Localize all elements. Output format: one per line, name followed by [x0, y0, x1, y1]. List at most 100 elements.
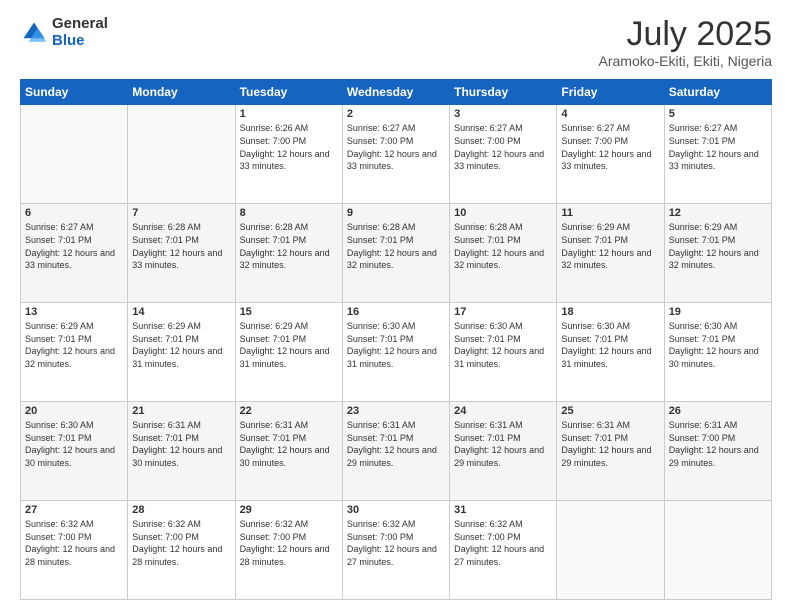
day-info: Sunrise: 6:31 AMSunset: 7:01 PMDaylight:… — [240, 419, 338, 469]
day-info: Sunrise: 6:28 AMSunset: 7:01 PMDaylight:… — [132, 221, 230, 271]
calendar-cell: 19 Sunrise: 6:30 AMSunset: 7:01 PMDayligh… — [664, 303, 771, 402]
day-number: 7 — [132, 207, 230, 219]
weekday-header-monday: Monday — [128, 80, 235, 105]
day-info: Sunrise: 6:29 AMSunset: 7:01 PMDaylight:… — [240, 320, 338, 370]
day-info: Sunrise: 6:26 AMSunset: 7:00 PMDaylight:… — [240, 122, 338, 172]
day-number: 29 — [240, 504, 338, 516]
day-number: 5 — [669, 108, 767, 120]
day-number: 26 — [669, 405, 767, 417]
logo-general-text: General — [52, 16, 108, 33]
day-number: 8 — [240, 207, 338, 219]
day-info: Sunrise: 6:27 AMSunset: 7:00 PMDaylight:… — [454, 122, 552, 172]
day-number: 21 — [132, 405, 230, 417]
weekday-header-thursday: Thursday — [450, 80, 557, 105]
day-info: Sunrise: 6:27 AMSunset: 7:00 PMDaylight:… — [561, 122, 659, 172]
day-number: 30 — [347, 504, 445, 516]
day-info: Sunrise: 6:31 AMSunset: 7:00 PMDaylight:… — [669, 419, 767, 469]
calendar-cell: 28 Sunrise: 6:32 AMSunset: 7:00 PMDayligh… — [128, 501, 235, 600]
day-number: 13 — [25, 306, 123, 318]
calendar-cell: 15 Sunrise: 6:29 AMSunset: 7:01 PMDayligh… — [235, 303, 342, 402]
calendar-cell: 29 Sunrise: 6:32 AMSunset: 7:00 PMDayligh… — [235, 501, 342, 600]
day-number: 18 — [561, 306, 659, 318]
calendar-cell: 9Sunrise: 6:28 AMSunset: 7:01 PMDaylight… — [342, 204, 449, 303]
calendar-cell: 23 Sunrise: 6:31 AMSunset: 7:01 PMDayligh… — [342, 402, 449, 501]
day-info: Sunrise: 6:30 AMSunset: 7:01 PMDaylight:… — [25, 419, 123, 469]
day-info: Sunrise: 6:32 AMSunset: 7:00 PMDaylight:… — [347, 518, 445, 568]
calendar-cell: 20 Sunrise: 6:30 AMSunset: 7:01 PMDayligh… — [21, 402, 128, 501]
calendar-cell — [21, 105, 128, 204]
calendar-cell: 31 Sunrise: 6:32 AMSunset: 7:00 PMDayligh… — [450, 501, 557, 600]
day-number: 3 — [454, 108, 552, 120]
day-info: Sunrise: 6:30 AMSunset: 7:01 PMDaylight:… — [454, 320, 552, 370]
day-number: 16 — [347, 306, 445, 318]
calendar-cell: 3 Sunrise: 6:27 AMSunset: 7:00 PMDaylight… — [450, 105, 557, 204]
calendar-cell: 30 Sunrise: 6:32 AMSunset: 7:00 PMDayligh… — [342, 501, 449, 600]
calendar-cell: 17 Sunrise: 6:30 AMSunset: 7:01 PMDayligh… — [450, 303, 557, 402]
calendar-table: SundayMondayTuesdayWednesdayThursdayFrid… — [20, 79, 772, 600]
logo-blue-text: Blue — [52, 33, 108, 50]
day-info: Sunrise: 6:30 AMSunset: 7:01 PMDaylight:… — [561, 320, 659, 370]
calendar-week-row: 13 Sunrise: 6:29 AMSunset: 7:01 PMDayligh… — [21, 303, 772, 402]
calendar-header-row: SundayMondayTuesdayWednesdayThursdayFrid… — [21, 80, 772, 105]
day-info: Sunrise: 6:32 AMSunset: 7:00 PMDaylight:… — [454, 518, 552, 568]
title-area: July 2025 Aramoko-Ekiti, Ekiti, Nigeria — [599, 16, 773, 69]
day-info: Sunrise: 6:28 AMSunset: 7:01 PMDaylight:… — [454, 221, 552, 271]
logo-text: General Blue — [52, 16, 108, 49]
page: General Blue July 2025 Aramoko-Ekiti, Ek… — [0, 0, 792, 612]
day-info: Sunrise: 6:30 AMSunset: 7:01 PMDaylight:… — [347, 320, 445, 370]
calendar-cell: 7 Sunrise: 6:28 AMSunset: 7:01 PMDaylight… — [128, 204, 235, 303]
calendar-cell: 8 Sunrise: 6:28 AMSunset: 7:01 PMDaylight… — [235, 204, 342, 303]
day-info: Sunrise: 6:32 AMSunset: 7:00 PMDaylight:… — [240, 518, 338, 568]
weekday-header-tuesday: Tuesday — [235, 80, 342, 105]
day-number: 15 — [240, 306, 338, 318]
weekday-header-saturday: Saturday — [664, 80, 771, 105]
day-number: 24 — [454, 405, 552, 417]
calendar-cell — [664, 501, 771, 600]
calendar-cell: 11 Sunrise: 6:29 AMSunset: 7:01 PMDayligh… — [557, 204, 664, 303]
weekday-header-sunday: Sunday — [21, 80, 128, 105]
day-number: 28 — [132, 504, 230, 516]
day-number: 11 — [561, 207, 659, 219]
calendar-cell: 2Sunrise: 6:27 AMSunset: 7:00 PMDaylight… — [342, 105, 449, 204]
month-title: July 2025 — [599, 16, 773, 53]
day-number: 2 — [347, 108, 445, 120]
calendar-cell: 5Sunrise: 6:27 AMSunset: 7:01 PMDaylight… — [664, 105, 771, 204]
calendar-cell: 14 Sunrise: 6:29 AMSunset: 7:01 PMDayligh… — [128, 303, 235, 402]
day-info: Sunrise: 6:31 AMSunset: 7:01 PMDaylight:… — [347, 419, 445, 469]
calendar-cell: 6Sunrise: 6:27 AMSunset: 7:01 PMDaylight… — [21, 204, 128, 303]
day-info: Sunrise: 6:28 AMSunset: 7:01 PMDaylight:… — [240, 221, 338, 271]
day-number: 4 — [561, 108, 659, 120]
day-info: Sunrise: 6:28 AMSunset: 7:01 PMDaylight:… — [347, 221, 445, 271]
day-number: 23 — [347, 405, 445, 417]
day-info: Sunrise: 6:31 AMSunset: 7:01 PMDaylight:… — [132, 419, 230, 469]
day-info: Sunrise: 6:29 AMSunset: 7:01 PMDaylight:… — [561, 221, 659, 271]
day-info: Sunrise: 6:31 AMSunset: 7:01 PMDaylight:… — [454, 419, 552, 469]
calendar-cell: 22Sunrise: 6:31 AMSunset: 7:01 PMDayligh… — [235, 402, 342, 501]
day-info: Sunrise: 6:29 AMSunset: 7:01 PMDaylight:… — [669, 221, 767, 271]
calendar-cell: 12 Sunrise: 6:29 AMSunset: 7:01 PMDayligh… — [664, 204, 771, 303]
day-info: Sunrise: 6:27 AMSunset: 7:01 PMDaylight:… — [25, 221, 123, 271]
logo: General Blue — [20, 16, 108, 49]
calendar-cell: 16 Sunrise: 6:30 AMSunset: 7:01 PMDayligh… — [342, 303, 449, 402]
weekday-header-friday: Friday — [557, 80, 664, 105]
day-number: 14 — [132, 306, 230, 318]
calendar-cell: 4 Sunrise: 6:27 AMSunset: 7:00 PMDaylight… — [557, 105, 664, 204]
day-number: 12 — [669, 207, 767, 219]
day-number: 10 — [454, 207, 552, 219]
day-info: Sunrise: 6:30 AMSunset: 7:01 PMDaylight:… — [669, 320, 767, 370]
calendar-cell: 18 Sunrise: 6:30 AMSunset: 7:01 PMDayligh… — [557, 303, 664, 402]
day-number: 17 — [454, 306, 552, 318]
day-number: 31 — [454, 504, 552, 516]
calendar-week-row: 20 Sunrise: 6:30 AMSunset: 7:01 PMDayligh… — [21, 402, 772, 501]
day-info: Sunrise: 6:32 AMSunset: 7:00 PMDaylight:… — [132, 518, 230, 568]
calendar-cell: 26 Sunrise: 6:31 AMSunset: 7:00 PMDayligh… — [664, 402, 771, 501]
calendar-cell: 1Sunrise: 6:26 AMSunset: 7:00 PMDaylight… — [235, 105, 342, 204]
day-info: Sunrise: 6:29 AMSunset: 7:01 PMDaylight:… — [132, 320, 230, 370]
day-number: 19 — [669, 306, 767, 318]
calendar-cell — [128, 105, 235, 204]
calendar-cell: 10 Sunrise: 6:28 AMSunset: 7:01 PMDayligh… — [450, 204, 557, 303]
day-number: 20 — [25, 405, 123, 417]
calendar-cell: 13Sunrise: 6:29 AMSunset: 7:01 PMDayligh… — [21, 303, 128, 402]
day-info: Sunrise: 6:31 AMSunset: 7:01 PMDaylight:… — [561, 419, 659, 469]
calendar-cell: 21 Sunrise: 6:31 AMSunset: 7:01 PMDayligh… — [128, 402, 235, 501]
